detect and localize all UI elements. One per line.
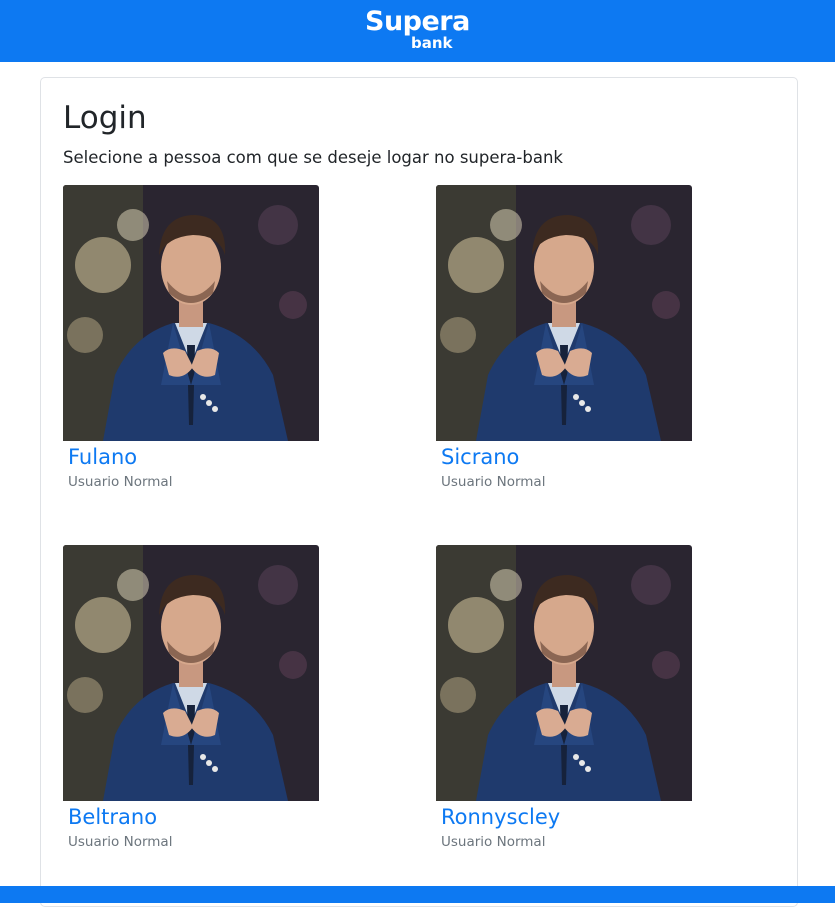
person-card[interactable]: Beltrano Usuario Normal — [63, 545, 319, 850]
person-photo[interactable] — [436, 185, 692, 441]
person-name-link[interactable]: Fulano — [68, 445, 319, 469]
person-role: Usuario Normal — [68, 834, 173, 850]
brand-logo[interactable]: Supera bank — [365, 6, 475, 52]
page-title: Login — [63, 100, 147, 136]
footer-bar — [0, 886, 835, 903]
brand-sub: bank — [411, 34, 453, 52]
person-role: Usuario Normal — [441, 834, 546, 850]
top-navbar: Supera bank — [0, 0, 835, 62]
person-name-link[interactable]: Sicrano — [441, 445, 692, 469]
person-photo[interactable] — [63, 185, 319, 441]
page-subtitle: Selecione a pessoa com que se deseje log… — [63, 148, 563, 167]
brand-name: Supera — [365, 6, 470, 37]
person-name-link[interactable]: Beltrano — [68, 805, 319, 829]
person-photo[interactable] — [436, 545, 692, 801]
login-card: Login Selecione a pessoa com que se dese… — [40, 77, 798, 907]
person-photo[interactable] — [63, 545, 319, 801]
person-card[interactable]: Ronnyscley Usuario Normal — [436, 545, 692, 850]
person-role: Usuario Normal — [441, 474, 546, 490]
person-card[interactable]: Fulano Usuario Normal — [63, 185, 319, 490]
person-name-link[interactable]: Ronnyscley — [441, 805, 692, 829]
person-role: Usuario Normal — [68, 474, 173, 490]
person-card[interactable]: Sicrano Usuario Normal — [436, 185, 692, 490]
